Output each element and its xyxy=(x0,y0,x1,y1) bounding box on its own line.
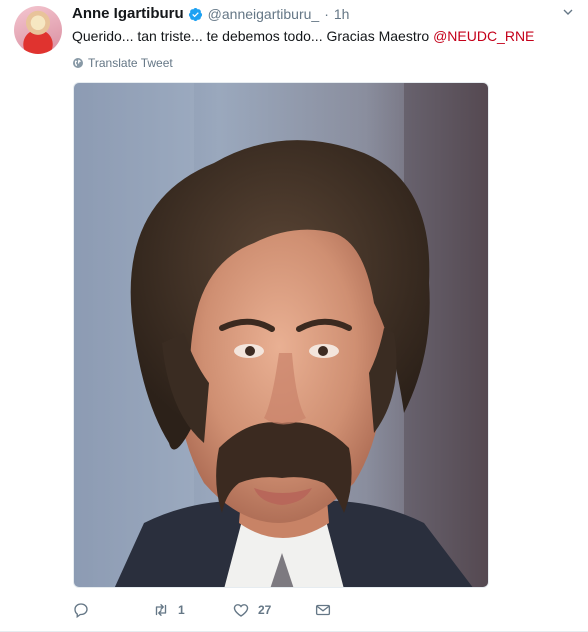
tweet-header: Anne Igartiburu @anneigartiburu_ · 1h xyxy=(72,5,349,23)
retweet-button[interactable]: 1 xyxy=(152,601,232,619)
tweet-text: Querido... tan triste... te debemos todo… xyxy=(72,27,534,45)
direct-message-button[interactable] xyxy=(314,601,344,619)
tweet-text-body: Querido... tan triste... te debemos todo… xyxy=(72,28,434,44)
verified-badge-icon xyxy=(188,7,202,21)
like-count: 27 xyxy=(258,603,272,617)
user-handle[interactable]: @anneigartiburu_ xyxy=(208,5,320,23)
display-name[interactable]: Anne Igartiburu xyxy=(72,5,184,23)
heart-icon xyxy=(233,604,249,617)
tweet-photo[interactable] xyxy=(73,82,489,588)
reply-icon xyxy=(74,603,88,619)
photo-of-man-with-mustache xyxy=(74,83,488,587)
reply-button[interactable] xyxy=(72,601,152,619)
chevron-down-icon[interactable] xyxy=(560,4,576,20)
globe-icon xyxy=(73,58,83,68)
like-button[interactable]: 27 xyxy=(232,601,314,619)
mention-link[interactable]: @NEUDC_RNE xyxy=(433,28,534,44)
avatar[interactable] xyxy=(14,6,62,54)
tweet[interactable]: Anne Igartiburu @anneigartiburu_ · 1h Qu… xyxy=(0,0,588,632)
timestamp[interactable]: 1h xyxy=(334,5,350,23)
translate-tweet-link[interactable]: Translate Tweet xyxy=(72,55,173,71)
retweet-count: 1 xyxy=(178,603,185,617)
retweet-icon xyxy=(155,604,167,616)
translate-label: Translate Tweet xyxy=(88,56,173,70)
tweet-actions: 1 27 xyxy=(72,600,344,620)
envelope-icon xyxy=(315,604,331,616)
separator-dot: · xyxy=(324,6,329,22)
